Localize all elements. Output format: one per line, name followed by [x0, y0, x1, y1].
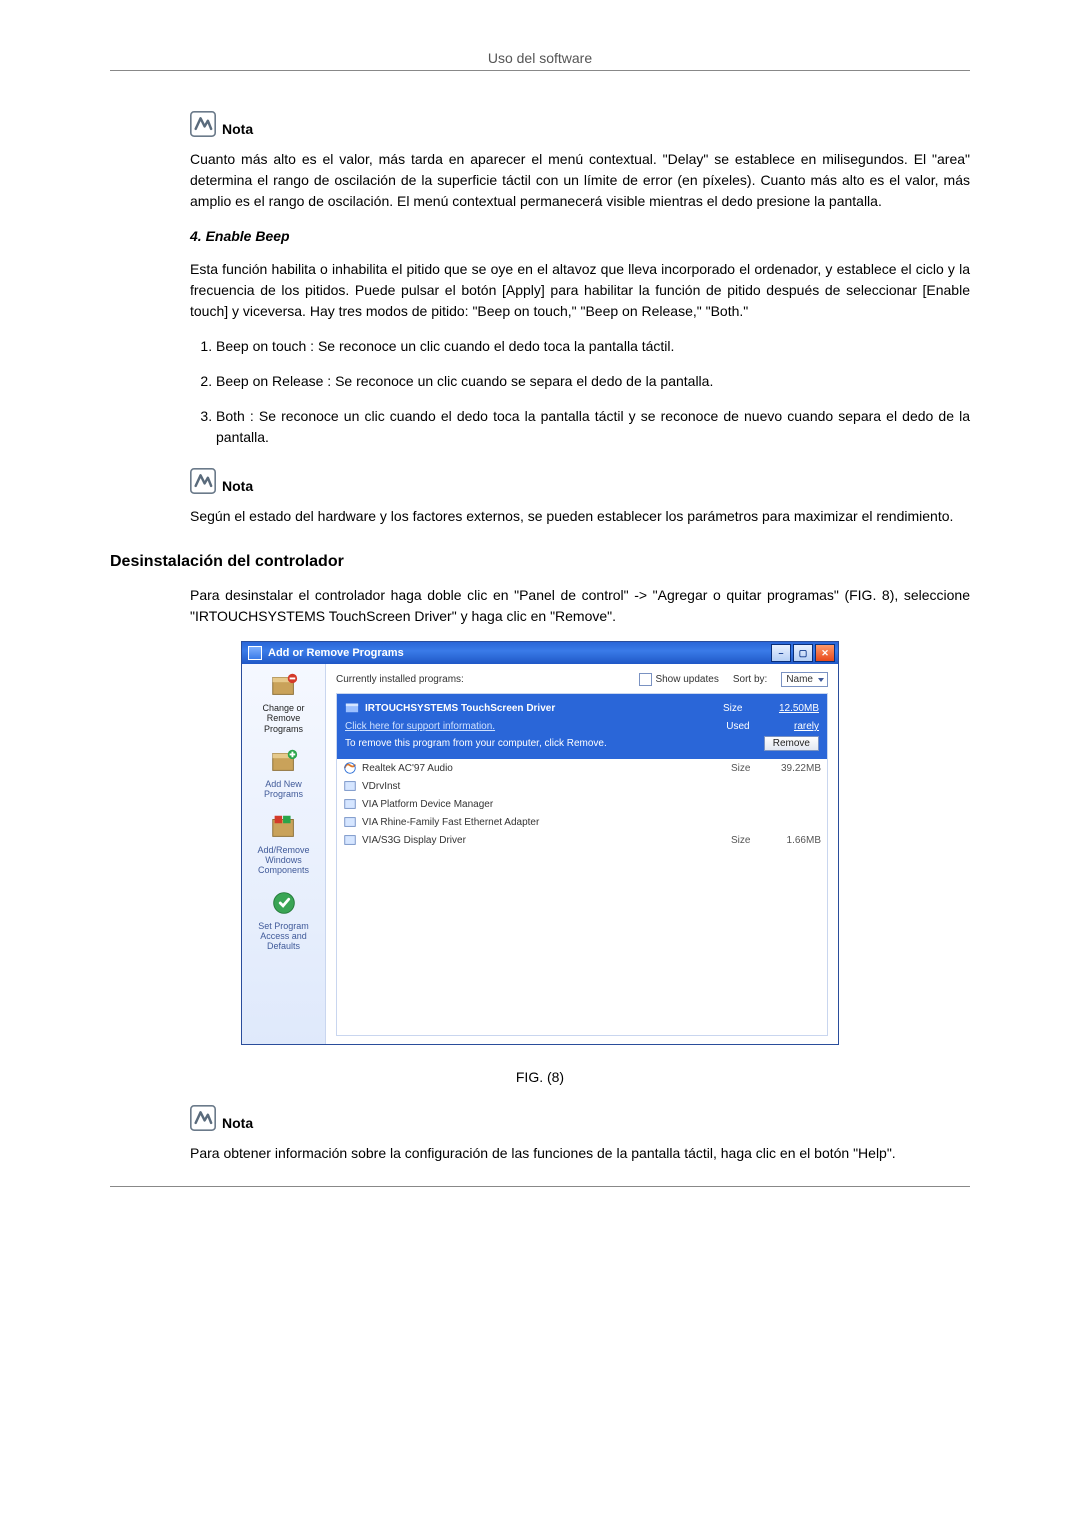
paragraph-beep-intro: Esta función habilita o inhabilita el pi…	[190, 259, 970, 322]
remove-hint: To remove this program from your compute…	[345, 738, 607, 749]
size-label: Size	[731, 835, 771, 846]
note-label: Nota	[222, 1115, 253, 1131]
program-icon	[343, 779, 357, 793]
paragraph-uninstall: Para desinstalar el controlador haga dob…	[190, 585, 970, 627]
sidebar-item-label: Add New Programs	[264, 779, 303, 799]
sidebar-item-set-defaults[interactable]: Set Program Access and Defaults	[246, 888, 321, 952]
heading-uninstall: Desinstalación del controlador	[110, 553, 970, 571]
note-label: Nota	[222, 121, 253, 137]
program-list: IRTOUCHSYSTEMS TouchScreen Driver Size 1…	[336, 693, 828, 1036]
window-titlebar[interactable]: Add or Remove Programs – ▢ ✕	[242, 642, 838, 664]
program-row[interactable]: VIA Platform Device Manager	[337, 795, 827, 813]
minimize-button[interactable]: –	[771, 644, 791, 662]
program-row[interactable]: VIA/S3G Display Driver Size 1.66MB	[337, 831, 827, 849]
checkbox-icon	[639, 673, 652, 686]
paragraph-delay: Cuanto más alto es el valor, más tarda e…	[190, 149, 970, 212]
size-value: 39.22MB	[771, 763, 821, 774]
program-icon	[343, 815, 357, 829]
sidebar-item-label: Add/Remove Windows Components	[257, 845, 309, 876]
support-info-link[interactable]: Click here for support information.	[345, 721, 495, 732]
used-value: rarely	[769, 721, 819, 732]
size-label: Size	[731, 763, 771, 774]
note-icon	[190, 468, 216, 494]
windows-components-icon	[269, 812, 299, 842]
sort-by-select[interactable]: Name	[781, 672, 828, 687]
sidebar-item-label: Set Program Access and Defaults	[258, 921, 309, 952]
selected-program[interactable]: IRTOUCHSYSTEMS TouchScreen Driver Size 1…	[337, 694, 827, 759]
currently-installed-label: Currently installed programs:	[336, 674, 464, 685]
note-block-3: Nota	[190, 1105, 970, 1131]
note-icon	[190, 1105, 216, 1131]
used-label: Used	[726, 721, 766, 732]
sidebar-item-windows-components[interactable]: Add/Remove Windows Components	[246, 812, 321, 876]
list-item: Beep on Release : Se reconoce un clic cu…	[216, 371, 970, 392]
size-label: Size	[723, 703, 763, 714]
sidebar-item-label: Change or Remove Programs	[262, 703, 304, 734]
program-name: VIA Platform Device Manager	[362, 799, 731, 810]
show-updates-label: Show updates	[655, 674, 718, 685]
program-row[interactable]: VDrvInst	[337, 777, 827, 795]
size-value: 1.66MB	[771, 835, 821, 846]
sort-by-label: Sort by:	[733, 674, 767, 685]
close-button[interactable]: ✕	[815, 644, 835, 662]
note-block-1: Nota	[190, 111, 970, 137]
subhead-enable-beep: 4. Enable Beep	[190, 226, 970, 247]
paragraph-hw-state: Según el estado del hardware y los facto…	[190, 506, 970, 527]
note-block-2: Nota	[190, 468, 970, 494]
program-icon	[343, 797, 357, 811]
header-rule	[110, 70, 970, 71]
program-name: VIA/S3G Display Driver	[362, 835, 731, 846]
size-value: 12.50MB	[769, 703, 819, 714]
program-name: IRTOUCHSYSTEMS TouchScreen Driver	[365, 703, 717, 714]
window-title: Add or Remove Programs	[268, 647, 404, 659]
list-item: Both : Se reconoce un clic cuando el ded…	[216, 406, 970, 448]
program-name: VDrvInst	[362, 781, 731, 792]
add-remove-programs-window: Add or Remove Programs – ▢ ✕	[241, 641, 839, 1045]
running-header: Uso del software	[110, 50, 970, 66]
program-icon	[345, 700, 359, 717]
sidebar-item-change-remove[interactable]: Change or Remove Programs	[246, 670, 321, 734]
program-access-icon	[269, 888, 299, 918]
program-row[interactable]: VIA Rhine-Family Fast Ethernet Adapter	[337, 813, 827, 831]
list-item: Beep on touch : Se reconoce un clic cuan…	[216, 336, 970, 357]
sidebar-item-add-new[interactable]: Add New Programs	[246, 746, 321, 800]
app-icon	[248, 646, 262, 660]
list-toolbar: Currently installed programs: Show updat…	[336, 672, 828, 687]
figure-caption: FIG. (8)	[110, 1069, 970, 1085]
maximize-button[interactable]: ▢	[793, 644, 813, 662]
sidebar: Change or Remove Programs Add New Progra…	[242, 664, 326, 1044]
footer-rule	[110, 1186, 970, 1187]
show-updates-checkbox[interactable]: Show updates	[639, 673, 718, 686]
paragraph-help: Para obtener información sobre la config…	[190, 1143, 970, 1164]
remove-button[interactable]: Remove	[764, 736, 819, 751]
beep-modes-list: Beep on touch : Se reconoce un clic cuan…	[190, 336, 970, 448]
program-name: VIA Rhine-Family Fast Ethernet Adapter	[362, 817, 731, 828]
program-row[interactable]: Realtek AC'97 Audio Size 39.22MB	[337, 759, 827, 777]
program-name: Realtek AC'97 Audio	[362, 763, 731, 774]
note-label: Nota	[222, 478, 253, 494]
note-icon	[190, 111, 216, 137]
program-icon	[343, 833, 357, 847]
program-icon	[343, 761, 357, 775]
box-add-icon	[269, 746, 299, 776]
box-remove-icon	[269, 670, 299, 700]
